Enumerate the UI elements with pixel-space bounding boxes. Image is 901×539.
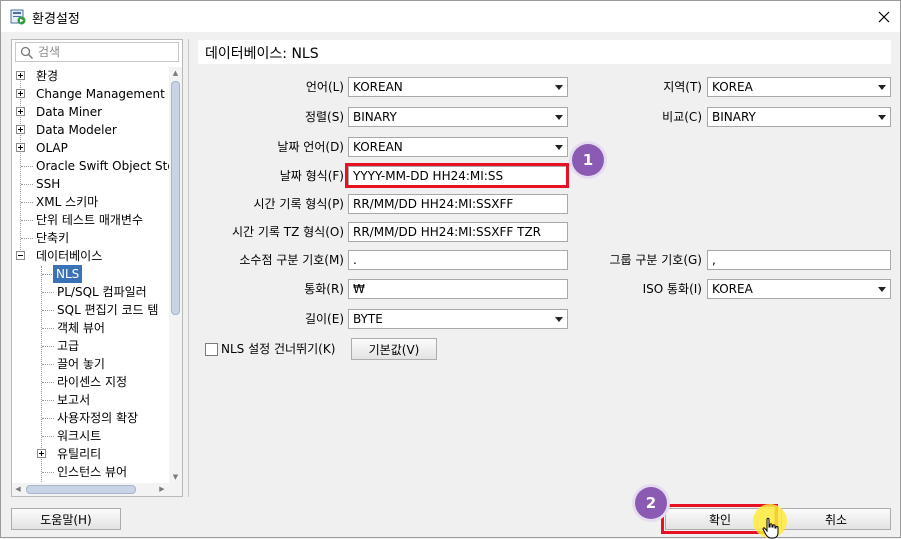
- preferences-dialog: 환경설정 환경 Change Man: [0, 0, 901, 539]
- preferences-tree: 환경 Change Management D Data Miner Data M…: [12, 67, 170, 483]
- scrollbar-thumb[interactable]: [26, 485, 136, 494]
- close-icon: [878, 11, 890, 22]
- scrollbar-thumb[interactable]: [171, 81, 180, 315]
- chevron-down-icon: [878, 287, 886, 292]
- expand-icon[interactable]: [37, 449, 46, 458]
- tree-connector: [42, 346, 54, 347]
- chevron-down-icon: [555, 145, 563, 150]
- scroll-right-icon[interactable]: ▶: [156, 483, 168, 496]
- sort-label: 정렬(S): [304, 110, 344, 124]
- scroll-down-icon[interactable]: ▼: [169, 471, 182, 483]
- window-title: 환경설정: [32, 12, 80, 27]
- currency-input[interactable]: ₩: [348, 279, 568, 299]
- step-badge-1: 1: [572, 144, 604, 176]
- defaults-button[interactable]: 기본값(V): [351, 338, 437, 360]
- comparison-label: 비교(C): [662, 110, 702, 124]
- scroll-left-icon[interactable]: ◀: [12, 483, 24, 496]
- date-language-label: 날짜 언어(D): [277, 140, 344, 154]
- tree-connector: [21, 220, 33, 221]
- decimal-separator-input[interactable]: .: [348, 250, 568, 270]
- comparison-select[interactable]: BINARY: [707, 107, 891, 127]
- expand-icon[interactable]: [16, 89, 25, 98]
- territory-label: 지역(T): [663, 80, 702, 94]
- tree-connector: [42, 274, 52, 275]
- timestamp-tz-format-input[interactable]: RR/MM/DD HH24:MI:SSXFF TZR: [348, 222, 568, 242]
- chevron-down-icon: [878, 85, 886, 90]
- scroll-up-icon[interactable]: ▲: [169, 67, 182, 79]
- tree-connector: [21, 166, 33, 167]
- search-box[interactable]: [15, 42, 179, 62]
- chevron-down-icon: [555, 317, 563, 322]
- tree-connector: [21, 184, 33, 185]
- search-icon: [20, 46, 34, 60]
- group-separator-label: 그룹 구분 기호(G): [609, 253, 702, 267]
- cancel-button[interactable]: 취소: [781, 508, 891, 530]
- expand-icon[interactable]: [16, 71, 25, 80]
- currency-label: 통화(R): [304, 282, 344, 296]
- panel-splitter[interactable]: [188, 39, 190, 497]
- close-button[interactable]: [868, 1, 900, 32]
- tree-connector: [42, 310, 54, 311]
- length-select[interactable]: BYTE: [348, 309, 568, 329]
- tree-connector: [42, 364, 54, 365]
- territory-select[interactable]: KOREA: [707, 77, 891, 97]
- date-format-label: 날짜 형식(F): [279, 169, 344, 183]
- iso-currency-label: ISO 통화(I): [642, 282, 702, 296]
- preferences-tree-panel: 환경 Change Management D Data Miner Data M…: [11, 39, 183, 497]
- expand-icon[interactable]: [16, 107, 25, 116]
- group-separator-input[interactable]: ,: [707, 250, 891, 270]
- tree-connector: [42, 292, 54, 293]
- date-language-select[interactable]: KOREAN: [348, 137, 568, 157]
- language-label: 언어(L): [305, 80, 344, 94]
- tree-connector: [21, 202, 33, 203]
- chevron-down-icon: [555, 85, 563, 90]
- iso-currency-select[interactable]: KOREA: [707, 279, 891, 299]
- length-label: 길이(E): [304, 312, 344, 326]
- tree-vertical-scrollbar[interactable]: ▲ ▼: [169, 67, 182, 483]
- tree-connector: [21, 238, 33, 239]
- language-select[interactable]: KOREAN: [348, 77, 568, 97]
- tree-horizontal-scrollbar[interactable]: ◀ ▶: [12, 483, 182, 496]
- tree-connector: [42, 418, 54, 419]
- chevron-down-icon: [555, 115, 563, 120]
- tree-connector: [42, 472, 54, 473]
- page-header: 데이터베이스: NLS: [198, 40, 891, 64]
- tree-connector: [42, 382, 54, 383]
- tree-connector: [42, 436, 54, 437]
- timestamp-format-label: 시간 기록 형식(P): [253, 197, 344, 211]
- help-button[interactable]: 도움말(H): [11, 508, 121, 530]
- highlight-box: [345, 163, 569, 188]
- page-title: 데이터베이스: NLS: [205, 46, 319, 62]
- collapse-icon[interactable]: [16, 251, 25, 260]
- tree-connector: [42, 400, 54, 401]
- skip-nls-label[interactable]: NLS 설정 건너뛰기(K): [221, 339, 335, 359]
- expand-icon[interactable]: [16, 125, 25, 134]
- search-input[interactable]: [38, 44, 176, 60]
- tree-connector: [42, 328, 54, 329]
- step-badge-2: 2: [635, 487, 667, 519]
- decimal-separator-label: 소수점 구분 기호(M): [239, 253, 344, 267]
- preferences-app-icon: [10, 9, 26, 25]
- sort-select[interactable]: BINARY: [348, 107, 568, 127]
- title-bar: 환경설정: [1, 1, 900, 32]
- chevron-down-icon: [878, 115, 886, 120]
- timestamp-tz-format-label: 시간 기록 TZ 형식(O): [231, 225, 344, 239]
- expand-icon[interactable]: [16, 143, 25, 152]
- hand-cursor-icon: [762, 517, 779, 539]
- timestamp-format-input[interactable]: RR/MM/DD HH24:MI:SSXFF: [348, 194, 568, 214]
- skip-nls-checkbox[interactable]: [205, 343, 218, 356]
